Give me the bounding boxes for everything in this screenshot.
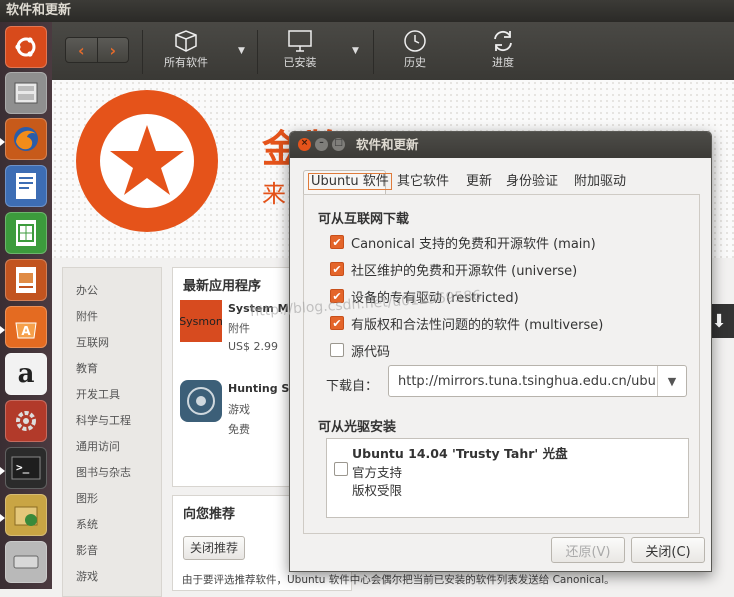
- software-center-icon[interactable]: A: [5, 306, 47, 348]
- app-category: 附件: [228, 322, 250, 335]
- tab-ubuntu-software[interactable]: Ubuntu 软件: [303, 170, 392, 194]
- cdrom-line-official: 官方支持: [352, 465, 403, 480]
- box-icon: [160, 28, 212, 54]
- category-item[interactable]: 教育: [76, 360, 98, 376]
- cdrom-line-restricted: 版权受限: [352, 483, 403, 498]
- progress-label: 进度: [492, 56, 514, 69]
- source-multiverse-checkbox[interactable]: ✔ 有版权和合法性问题的的软件 (multiverse): [330, 314, 603, 333]
- firefox-icon[interactable]: [5, 118, 47, 160]
- category-item[interactable]: 开发工具: [76, 386, 120, 402]
- svg-text:>_: >_: [16, 461, 30, 474]
- download-from-label: 下载自：: [326, 379, 379, 394]
- close-button[interactable]: 关闭(C): [631, 537, 705, 563]
- ubuntu-software-panel: 可从互联网下载 ✔ Canonical 支持的免费和开源软件 (main) ✔ 社区…: [303, 194, 700, 534]
- toolbar-separator: [142, 30, 143, 74]
- terminal-icon[interactable]: >_: [5, 447, 47, 489]
- tab-additional-drivers[interactable]: 附加驱动: [569, 170, 631, 194]
- cdrom-list: Ubuntu 14.04 'Trusty Tahr' 光盘 官方支持 版权受限: [326, 438, 689, 518]
- system-settings-icon[interactable]: [5, 400, 47, 442]
- category-item[interactable]: 影音: [76, 542, 98, 558]
- tab-authentication[interactable]: 身份验证: [501, 170, 563, 194]
- category-item[interactable]: 图书与杂志: [76, 464, 131, 480]
- dialog-titlebar: × – □ 软件和更新: [290, 132, 711, 158]
- checkbox-unchecked-icon: [330, 343, 344, 357]
- forward-button[interactable]: ›: [98, 38, 129, 62]
- checkbox-checked-icon: ✔: [330, 235, 344, 249]
- calc-icon[interactable]: [5, 212, 47, 254]
- recommendations-description: 由于要评选推荐软件，Ubuntu 软件中心会偶尔把当前已安装的软件列表发送给 C…: [182, 574, 615, 586]
- all-software-label: 所有软件: [164, 56, 208, 69]
- files-icon[interactable]: [5, 72, 47, 114]
- nav-buttons: ‹ ›: [65, 37, 129, 63]
- progress-button[interactable]: 进度: [485, 28, 521, 70]
- software-updates-dialog: × – □ 软件和更新 Ubuntu 软件 其它软件 更新 身份验证 附加驱动 …: [289, 131, 712, 572]
- category-item[interactable]: 科学与工程: [76, 412, 131, 428]
- dialog-title: 软件和更新: [356, 137, 419, 152]
- app-price: 免费: [228, 423, 250, 436]
- monitor-icon: [278, 28, 322, 54]
- back-button[interactable]: ‹: [66, 38, 98, 62]
- tab-other-software[interactable]: 其它软件: [392, 170, 454, 194]
- history-button[interactable]: 历史: [397, 28, 433, 70]
- amazon-icon[interactable]: a: [5, 353, 47, 395]
- software-center-toolbar: ‹ › 所有软件 ▼ 已安装 ▼ 历史 进度: [52, 22, 734, 80]
- category-item[interactable]: 附件: [76, 308, 98, 324]
- category-item[interactable]: 系统: [76, 516, 98, 532]
- hunting-app-icon[interactable]: [180, 380, 222, 422]
- software-updater-icon[interactable]: [5, 494, 47, 536]
- featured-star-icon: [76, 90, 218, 232]
- writer-icon[interactable]: [5, 165, 47, 207]
- maximize-icon[interactable]: □: [332, 138, 345, 151]
- source-main-checkbox[interactable]: ✔ Canonical 支持的免费和开源软件 (main): [330, 233, 596, 252]
- history-label: 历史: [404, 56, 426, 69]
- category-item[interactable]: 办公: [76, 282, 98, 298]
- category-item[interactable]: 图形: [76, 490, 98, 506]
- source-universe-checkbox[interactable]: ✔ 社区维护的免费和开源软件 (universe): [330, 260, 577, 279]
- app-category: 游戏: [228, 403, 250, 416]
- all-software-button[interactable]: 所有软件: [160, 28, 212, 70]
- installed-dropdown-icon[interactable]: ▼: [352, 46, 359, 56]
- checkbox-checked-icon: ✔: [330, 262, 344, 276]
- close-icon[interactable]: ×: [298, 138, 311, 151]
- installed-label: 已安装: [283, 56, 317, 69]
- cdrom-checkbox[interactable]: [334, 462, 348, 476]
- checkbox-checked-icon: ✔: [330, 316, 344, 330]
- cdrom-header: 可从光驱安装: [318, 420, 397, 435]
- category-item[interactable]: 通用访问: [76, 438, 120, 454]
- app-price: US$ 2.99: [228, 340, 279, 353]
- recommendations-title: 向您推荐: [183, 507, 236, 522]
- category-item[interactable]: 游戏: [76, 568, 98, 584]
- new-apps-title: 最新应用程序: [183, 279, 262, 294]
- banner-subtitle: 来: [262, 180, 286, 208]
- tab-updates[interactable]: 更新: [461, 170, 497, 194]
- category-item[interactable]: 互联网: [76, 334, 109, 350]
- sync-arrows-icon: [485, 28, 521, 54]
- installed-button[interactable]: 已安装: [278, 28, 322, 70]
- toolbar-separator: [373, 30, 374, 74]
- unity-launcher: A a >_: [0, 22, 52, 589]
- top-panel-title: 软件和更新: [0, 0, 734, 22]
- svg-text:A: A: [21, 324, 31, 338]
- all-software-dropdown-icon[interactable]: ▼: [238, 46, 245, 56]
- close-recommendations-button[interactable]: 关闭推荐: [183, 536, 246, 560]
- minimize-icon[interactable]: –: [315, 138, 328, 151]
- category-list: 办公 附件 互联网 教育 开发工具 科学与工程 通用访问 图书与杂志 图形 系统…: [62, 267, 162, 597]
- ubuntu-dash-icon[interactable]: [5, 26, 47, 68]
- download-server-combo[interactable]: http://mirrors.tuna.tsinghua.edu.cn/ubun…: [388, 365, 687, 397]
- disk-icon[interactable]: [5, 541, 47, 583]
- cdrom-title: Ubuntu 14.04 'Trusty Tahr' 光盘: [352, 446, 568, 461]
- clock-icon: [397, 28, 433, 54]
- source-code-checkbox[interactable]: 源代码: [330, 341, 390, 360]
- download-server-value: http://mirrors.tuna.tsinghua.edu.cn/ubun…: [398, 373, 657, 389]
- sysmon-app-icon[interactable]: Sysmon: [179, 300, 223, 342]
- toolbar-separator: [257, 30, 258, 74]
- revert-button[interactable]: 还原(V): [551, 537, 625, 563]
- impress-icon[interactable]: [5, 259, 47, 301]
- internet-header: 可从互联网下载: [318, 212, 410, 227]
- dropdown-arrow-icon: ▼: [657, 366, 686, 396]
